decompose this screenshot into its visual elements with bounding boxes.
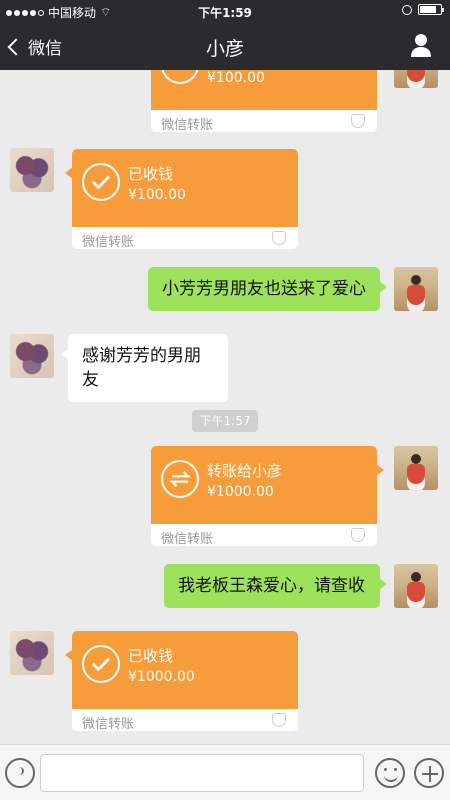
avatar-contact[interactable] — [10, 148, 54, 192]
plus-icon[interactable] — [414, 758, 444, 788]
transfer-message[interactable]: 转账给小彦 ¥1000.00 微信转账 — [151, 446, 384, 547]
shield-icon — [351, 114, 365, 128]
shield-icon — [351, 528, 365, 542]
avatar-contact[interactable] — [10, 631, 54, 675]
transfer-icon — [161, 460, 199, 498]
avatar-self[interactable] — [394, 70, 438, 88]
status-bar: 中国移动 ⌔ 下午1:59 — [0, 0, 450, 22]
transfer-message[interactable]: 已收钱 ¥100.00 微信转账 — [65, 149, 298, 250]
play-icon — [161, 70, 199, 84]
text-message[interactable]: 小芳芳男朋友也送来了爱心 — [148, 267, 387, 311]
emoji-icon[interactable] — [375, 758, 405, 788]
transfer-message[interactable]: ¥100.00 微信转账 — [151, 70, 377, 133]
chat-title: 小彦 — [205, 38, 244, 60]
text-message[interactable]: 我老板王森爱心，请查收 — [164, 564, 387, 608]
top-bar: 中国移动 ⌔ 下午1:59 微信 小彦 — [0, 0, 450, 70]
status-time: 下午1:59 — [198, 6, 252, 20]
check-icon — [82, 163, 120, 201]
voice-icon[interactable] — [5, 758, 35, 788]
input-bar — [0, 744, 450, 800]
shield-icon — [272, 713, 286, 727]
contact-profile-icon[interactable] — [408, 32, 434, 58]
battery-icon — [418, 4, 444, 15]
transfer-message[interactable]: 已收钱 ¥1000.00 微信转账 — [65, 631, 298, 732]
rotation-lock-icon — [402, 4, 412, 15]
status-right — [402, 4, 444, 15]
navigation-bar: 微信 小彦 — [0, 22, 450, 70]
avatar-self[interactable] — [394, 446, 438, 490]
check-icon — [82, 645, 120, 683]
message-input[interactable] — [40, 754, 364, 792]
time-separator: 下午1:57 — [192, 410, 258, 432]
avatar-self[interactable] — [394, 267, 438, 311]
text-message[interactable]: 感谢芳芳的男朋友 — [61, 334, 228, 402]
shield-icon — [272, 231, 286, 245]
chat-area[interactable]: ¥100.00 微信转账 已收钱 ¥100.00 微信转账 小芳芳男朋友也送来了… — [0, 70, 450, 744]
avatar-contact[interactable] — [10, 334, 54, 378]
avatar-self[interactable] — [394, 564, 438, 608]
